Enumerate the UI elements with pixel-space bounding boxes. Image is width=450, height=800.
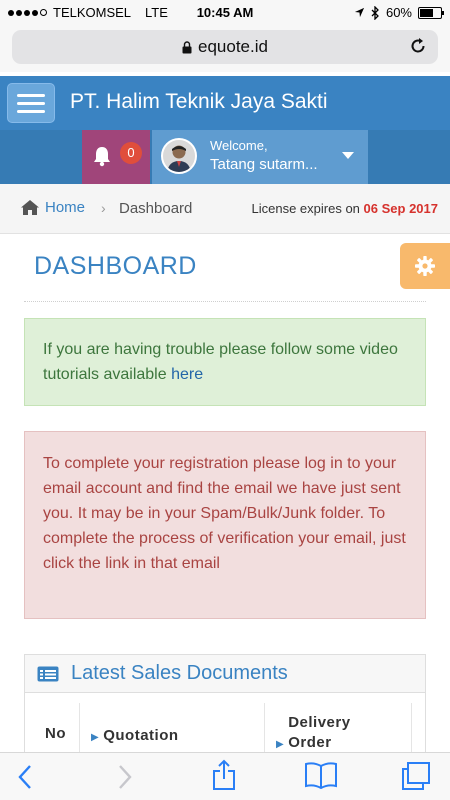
widget-header: Latest Sales Documents <box>25 655 425 693</box>
battery-percent: 60% <box>385 5 412 20</box>
license-date: 06 Sep 2017 <box>363 201 438 216</box>
share-icon[interactable] <box>211 759 237 791</box>
license-label: License expires on <box>251 201 360 216</box>
avatar <box>161 138 197 174</box>
user-name: Tatang sutarm... <box>210 156 318 173</box>
column-header-quotation[interactable]: ▶ Quotation <box>91 727 179 744</box>
column-header-delivery-order[interactable]: ▶Delivery Order <box>276 713 368 755</box>
bookmarks-icon[interactable] <box>304 761 338 789</box>
breadcrumb-separator-icon: › <box>101 200 106 216</box>
gear-icon <box>415 256 435 276</box>
location-arrow-icon <box>354 7 365 18</box>
notification-count-badge: 0 <box>120 142 142 164</box>
status-bar: TELKOMSEL LTE 10:45 AM 60% <box>0 0 450 26</box>
column-header-no: No <box>45 725 66 742</box>
browser-toolbar <box>0 752 450 800</box>
lock-icon <box>182 40 192 53</box>
tutorial-alert: If you are having trouble please follow … <box>24 318 426 406</box>
title-divider <box>24 301 426 302</box>
breadcrumb-home-link[interactable]: Home <box>20 199 85 216</box>
home-icon <box>21 200 39 215</box>
bluetooth-icon <box>371 5 379 20</box>
sort-caret-icon: ▶ <box>91 732 100 743</box>
widget-title: Latest Sales Documents <box>71 662 288 684</box>
battery-icon <box>418 6 444 19</box>
tutorial-alert-text: If you are having trouble please follow … <box>43 341 398 383</box>
verification-alert: To complete your registration please log… <box>24 431 426 619</box>
settings-button[interactable] <box>400 243 450 289</box>
sort-caret-icon: ▶ <box>276 739 285 750</box>
tabs-icon[interactable] <box>400 761 432 791</box>
tutorial-link[interactable]: here <box>171 366 203 383</box>
url-bar[interactable]: equote.id <box>12 30 438 64</box>
hamburger-icon <box>17 93 45 97</box>
company-title: PT. Halim Teknik Jaya Sakti <box>70 90 328 113</box>
user-menu-dropdown[interactable]: Welcome, Tatang sutarm... <box>152 130 368 184</box>
url-text: equote.id <box>198 37 268 56</box>
browser-address-area: equote.id <box>0 26 450 72</box>
caret-down-icon <box>342 152 354 159</box>
reload-icon[interactable] <box>408 36 428 56</box>
menu-toggle-button[interactable] <box>7 83 55 123</box>
page-title: DASHBOARD <box>34 252 197 280</box>
breadcrumb: Home › Dashboard License expires on 06 S… <box>0 184 450 234</box>
bell-icon <box>94 147 110 167</box>
breadcrumb-current: Dashboard <box>119 200 193 217</box>
app-header: PT. Halim Teknik Jaya Sakti <box>0 76 450 130</box>
back-arrow-icon[interactable] <box>16 763 34 791</box>
list-icon <box>37 666 59 682</box>
breadcrumb-home-label: Home <box>45 199 86 216</box>
verification-alert-text: To complete your registration please log… <box>43 455 406 572</box>
welcome-label: Welcome, <box>210 138 268 153</box>
forward-arrow-icon[interactable] <box>116 763 134 791</box>
user-bar: 0 Welcome, Tatang sutarm... <box>0 130 450 184</box>
status-right: 60% <box>354 5 444 20</box>
license-info: License expires on 06 Sep 2017 <box>252 201 438 216</box>
notifications-button[interactable]: 0 <box>82 130 150 184</box>
